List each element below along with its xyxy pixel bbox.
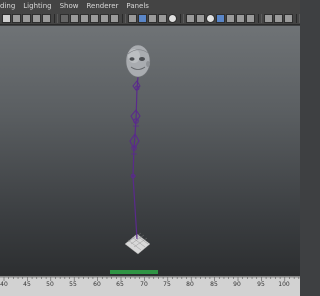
lock-camera-icon[interactable] — [12, 13, 21, 23]
toolbar-separator — [180, 13, 184, 23]
textured-icon[interactable] — [186, 13, 195, 23]
frame-label: 90 — [233, 281, 241, 288]
default-lighting-icon[interactable] — [168, 13, 177, 23]
smooth-shade-icon[interactable] — [138, 13, 147, 23]
head-mesh[interactable] — [125, 44, 151, 78]
menu-lighting[interactable]: Lighting — [23, 0, 51, 12]
toolbar-separator — [258, 13, 262, 23]
frame-label: 75 — [163, 281, 171, 288]
ground-grid — [110, 232, 158, 274]
isolate-select-icon[interactable] — [264, 13, 273, 23]
xray-active-icon[interactable] — [284, 13, 293, 23]
frame-label: 85 — [210, 281, 218, 288]
frame-label: 45 — [23, 281, 31, 288]
use-all-lights-icon[interactable] — [196, 13, 205, 23]
frame-label: 60 — [93, 281, 101, 288]
gate-mask-icon[interactable] — [90, 13, 99, 23]
wireframe-on-shaded-icon[interactable] — [148, 13, 157, 23]
image-plane-icon[interactable] — [42, 13, 51, 23]
frame-label: 100 — [278, 281, 290, 288]
grid-plane — [124, 233, 151, 255]
frame-label: 95 — [257, 281, 265, 288]
frame-label: 55 — [69, 281, 77, 288]
grid-toggle-icon[interactable] — [60, 13, 69, 23]
frame-label: 50 — [46, 281, 54, 288]
bookmark-icon[interactable] — [32, 13, 41, 23]
toolbar-separator — [122, 13, 126, 23]
scene-view — [110, 44, 158, 274]
menu-panels[interactable]: Panels — [126, 0, 149, 12]
frame-label: 40 — [0, 281, 8, 288]
menu-bar: ding Lighting Show Renderer Panels — [0, 0, 300, 12]
motion-blur-icon[interactable] — [236, 13, 245, 23]
menu-shading[interactable]: ding — [0, 0, 15, 12]
joint-chain[interactable] — [129, 65, 141, 240]
select-camera-icon[interactable] — [2, 13, 11, 23]
panel-toolbar — [0, 12, 300, 25]
frame-label: 80 — [186, 281, 194, 288]
ambient-occlusion-icon[interactable] — [226, 13, 235, 23]
wireframe-icon[interactable] — [128, 13, 137, 23]
film-gate-icon[interactable] — [70, 13, 79, 23]
high-quality-icon[interactable] — [216, 13, 225, 23]
camera-attributes-icon[interactable] — [22, 13, 31, 23]
safe-action-icon[interactable] — [110, 13, 119, 23]
perspective-viewport[interactable] — [0, 26, 300, 276]
xray-icon[interactable] — [158, 13, 167, 23]
toolbar-separator — [54, 13, 58, 23]
resolution-gate-icon[interactable] — [80, 13, 89, 23]
xray-joints-icon[interactable] — [274, 13, 283, 23]
menu-show[interactable]: Show — [60, 0, 79, 12]
menu-renderer[interactable]: Renderer — [86, 0, 118, 12]
shadows-icon[interactable] — [206, 13, 215, 23]
field-chart-icon[interactable] — [100, 13, 109, 23]
time-ruler — [0, 277, 300, 281]
frame-label: 65 — [116, 281, 124, 288]
frame-label: 70 — [140, 281, 148, 288]
maya-window: ding Lighting Show Renderer Panels 40 45… — [0, 0, 300, 296]
anti-alias-icon[interactable] — [246, 13, 255, 23]
grid-label-green — [110, 270, 158, 274]
time-slider[interactable]: 40 45 50 55 60 65 70 75 80 85 90 95 100 — [0, 276, 300, 296]
toolbar-separator — [296, 13, 300, 23]
